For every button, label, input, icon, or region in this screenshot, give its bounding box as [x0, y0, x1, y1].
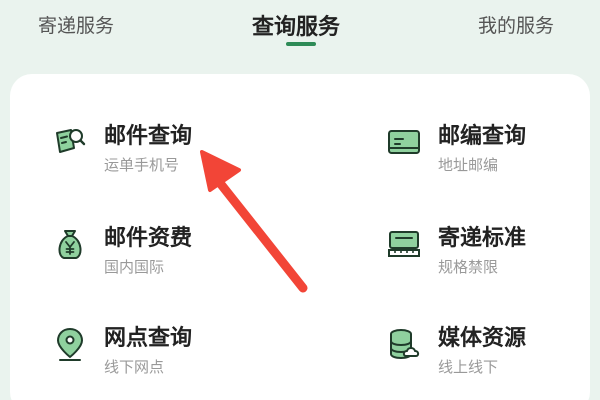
service-subtitle: 线下网点: [104, 358, 165, 376]
ruler-standard-icon: [388, 231, 420, 257]
query-service-card: 邮件查询 运单手机号 邮编查询 地址邮编 邮件资费 国内国际 寄递标准 规格禁限…: [10, 74, 590, 400]
service-title: 媒体资源: [438, 326, 527, 351]
active-tab-indicator: [286, 42, 316, 46]
service-subtitle: 线上线下: [438, 358, 499, 376]
service-title: 网点查询: [104, 326, 193, 351]
money-bag-icon: [58, 230, 82, 259]
tab-mailing-service[interactable]: 寄递服务: [38, 11, 114, 38]
service-item-postage-rates[interactable]: 邮件资费 国内国际: [52, 220, 292, 290]
service-item-mail-tracking[interactable]: 邮件查询 运单手机号: [52, 118, 292, 188]
service-item-postcode-lookup[interactable]: 邮编查询 地址邮编: [386, 118, 600, 188]
service-title: 寄递标准: [438, 226, 527, 251]
tab-my-service[interactable]: 我的服务: [478, 11, 554, 38]
service-title: 邮编查询: [438, 124, 527, 149]
service-item-mailing-standards[interactable]: 寄递标准 规格禁限: [386, 220, 600, 290]
mail-search-icon: [56, 129, 86, 153]
location-pin-icon: [57, 328, 83, 361]
service-title: 邮件资费: [104, 226, 193, 251]
service-subtitle: 国内国际: [104, 258, 165, 276]
service-item-media-resources[interactable]: 媒体资源 线上线下: [386, 320, 600, 390]
service-subtitle: 规格禁限: [438, 258, 499, 276]
database-cloud-icon: [390, 329, 420, 360]
service-subtitle: 运单手机号: [104, 156, 180, 174]
service-item-outlet-lookup[interactable]: 网点查询 线下网点: [52, 320, 292, 390]
tab-query-service[interactable]: 查询服务: [252, 9, 340, 41]
service-tabs: 寄递服务 查询服务 我的服务: [0, 0, 600, 70]
service-subtitle: 地址邮编: [438, 156, 499, 174]
service-title: 邮件查询: [104, 124, 193, 149]
postcode-card-icon: [388, 130, 420, 154]
